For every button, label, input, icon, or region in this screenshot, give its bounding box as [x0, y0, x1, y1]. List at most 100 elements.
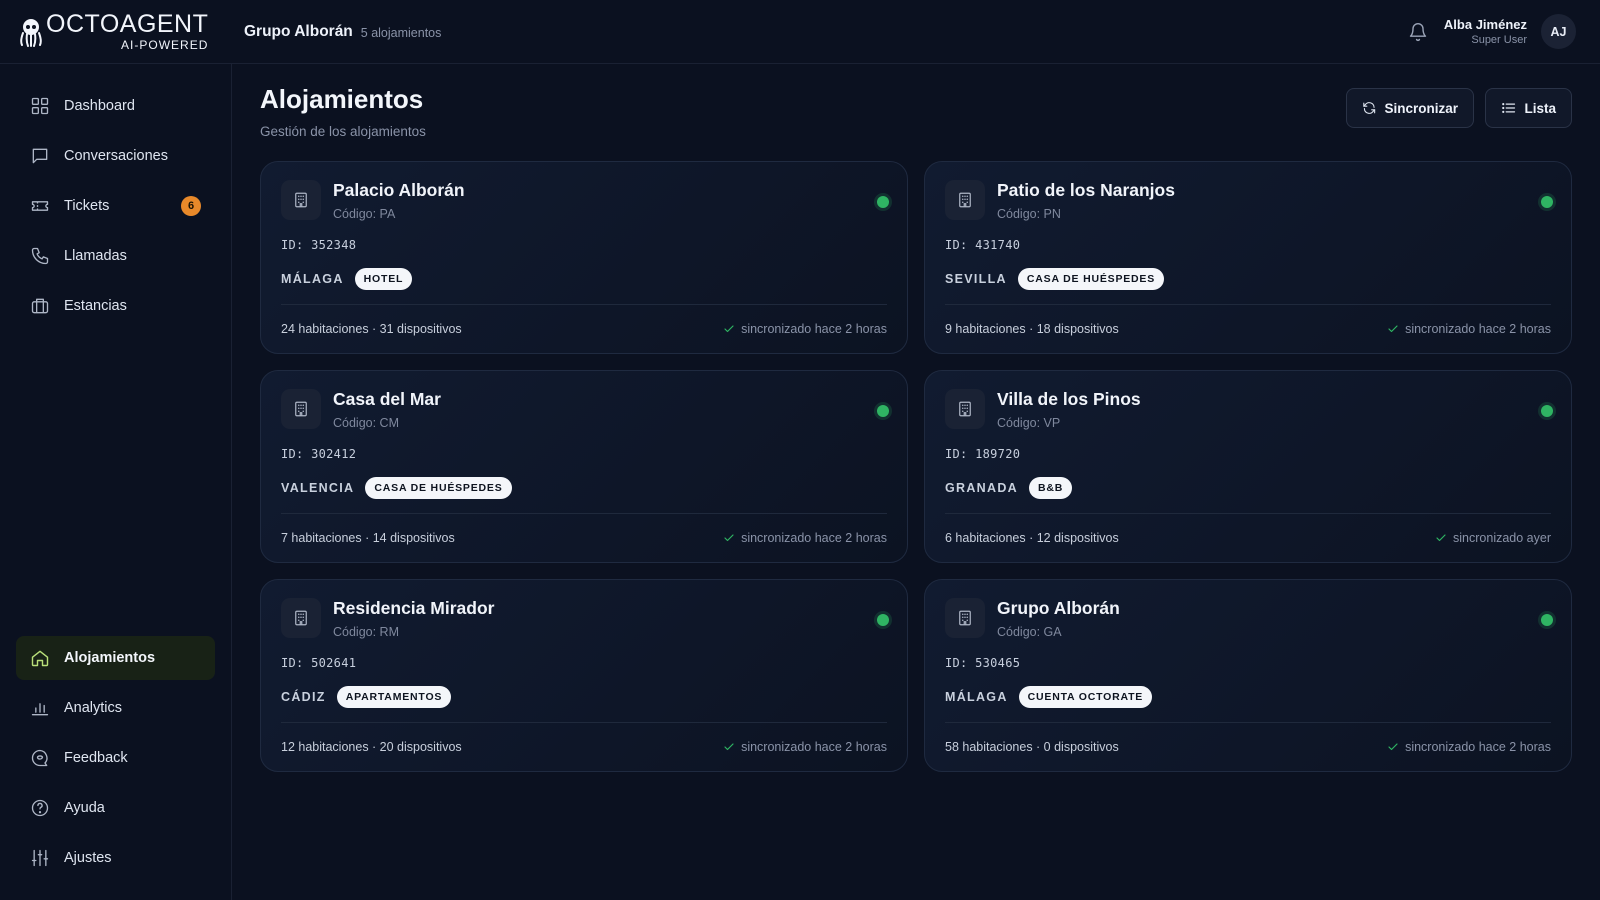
property-type-badge: CASA DE HUÉSPEDES [1017, 268, 1165, 290]
status-online-indicator [877, 196, 889, 208]
sync-status: sincronizado hace 2 horas [723, 322, 887, 336]
sync-button[interactable]: Sincronizar [1346, 88, 1474, 128]
bar-chart-icon [31, 703, 49, 716]
octopus-logo-icon [20, 18, 42, 47]
property-code: Código: PN [997, 207, 1061, 221]
property-stats: 58 habitaciones · 0 dispositivos [945, 740, 1119, 754]
sync-status-text: sincronizado hace 2 horas [741, 740, 887, 754]
property-id: ID: 502641 [281, 656, 357, 670]
card-divider [945, 513, 1551, 514]
sidebar-item-label: Conversaciones [64, 148, 168, 164]
property-card[interactable]: Palacio Alborán Código: PA ID: 352348 MÁ… [260, 161, 908, 354]
sidebar-item-feedback[interactable]: Feedback [16, 736, 215, 780]
page-title: Alojamientos [260, 84, 424, 114]
building-icon [281, 598, 321, 638]
property-stats: 9 habitaciones · 18 dispositivos [945, 322, 1119, 336]
sidebar-item-ajustes[interactable]: Ajustes [16, 836, 215, 880]
avatar[interactable]: AJ [1541, 14, 1576, 49]
property-type-badge: APARTAMENTOS [336, 686, 452, 708]
status-online-indicator [1541, 196, 1553, 208]
property-card[interactable]: Casa del Mar Código: CM ID: 302412 VALEN… [260, 370, 908, 563]
property-city: MÁLAGA [281, 272, 344, 286]
user-info[interactable]: Alba Jiménez Super User [1444, 17, 1527, 46]
property-stats: 7 habitaciones · 14 dispositivos [281, 531, 455, 545]
property-stats: 24 habitaciones · 31 dispositivos [281, 322, 462, 336]
sidebar-item-llamadas[interactable]: Llamadas [16, 234, 215, 278]
sidebar-item-alojamientos[interactable]: Alojamientos [16, 636, 215, 680]
status-online-indicator [877, 405, 889, 417]
sidebar: Dashboard Conversaciones Tickets 6 Llama… [0, 64, 232, 900]
card-divider [945, 304, 1551, 305]
list-view-button-label: Lista [1524, 100, 1556, 116]
sidebar-item-dashboard[interactable]: Dashboard [16, 84, 215, 128]
property-id: ID: 302412 [281, 447, 357, 461]
sync-button-label: Sincronizar [1384, 100, 1458, 116]
user-role: Super User [1471, 34, 1527, 46]
check-icon [1388, 743, 1398, 751]
bell-icon[interactable] [1408, 22, 1428, 42]
sidebar-item-label: Feedback [64, 750, 128, 766]
check-icon [1436, 534, 1446, 542]
phone-icon [31, 247, 49, 265]
sidebar-item-ayuda[interactable]: Ayuda [16, 786, 215, 830]
sidebar-item-label: Ajustes [64, 850, 112, 866]
sidebar-item-label: Alojamientos [64, 650, 156, 666]
check-icon [1388, 325, 1398, 333]
property-id: ID: 530465 [945, 656, 1021, 670]
property-id: ID: 189720 [945, 447, 1021, 461]
property-stats: 12 habitaciones · 20 dispositivos [281, 740, 462, 754]
sidebar-item-label: Tickets [64, 198, 110, 214]
card-divider [281, 513, 887, 514]
list-icon [1502, 103, 1516, 113]
tickets-count-badge: 6 [181, 196, 201, 216]
feedback-icon [31, 749, 48, 767]
refresh-icon [1363, 102, 1376, 114]
property-type-badge: HOTEL [354, 268, 413, 290]
sync-status-text: sincronizado hace 2 horas [741, 322, 887, 336]
sync-status: sincronizado ayer [1435, 531, 1551, 545]
check-icon [724, 534, 734, 542]
sync-status-text: sincronizado ayer [1453, 531, 1551, 545]
card-divider [281, 722, 887, 723]
briefcase-icon [31, 298, 49, 314]
sidebar-item-label: Ayuda [64, 800, 105, 816]
building-icon [945, 598, 985, 638]
sync-status: sincronizado hace 2 horas [1387, 322, 1551, 336]
org-name[interactable]: Grupo Alborán [244, 23, 353, 41]
grid-icon [31, 97, 49, 115]
sidebar-item-label: Llamadas [64, 248, 127, 264]
list-view-button[interactable]: Lista [1485, 88, 1572, 128]
status-online-indicator [877, 614, 889, 626]
property-type-badge: B&B [1029, 477, 1073, 499]
property-card[interactable]: Residencia Mirador Código: RM ID: 502641… [260, 579, 908, 772]
building-icon [281, 180, 321, 220]
sync-status-text: sincronizado hace 2 horas [1405, 322, 1551, 336]
property-name: Patio de los Naranjos [997, 180, 1175, 200]
ticket-icon [31, 201, 49, 211]
property-card[interactable]: Patio de los Naranjos Código: PN ID: 431… [924, 161, 1572, 354]
user-name: Alba Jiménez [1443, 17, 1527, 32]
sidebar-item-tickets[interactable]: Tickets 6 [16, 184, 215, 228]
property-id: ID: 431740 [945, 238, 1021, 252]
property-city: VALENCIA [281, 481, 355, 495]
card-divider [281, 304, 887, 305]
sidebar-item-label: Dashboard [64, 98, 135, 114]
property-name: Casa del Mar [333, 389, 441, 409]
property-name: Residencia Mirador [333, 598, 495, 618]
sidebar-item-analytics[interactable]: Analytics [16, 686, 215, 730]
property-code: Código: CM [333, 416, 399, 430]
sidebar-item-conversaciones[interactable]: Conversaciones [16, 134, 215, 178]
sync-status-text: sincronizado hace 2 horas [1405, 740, 1551, 754]
status-online-indicator [1541, 405, 1553, 417]
property-name: Villa de los Pinos [997, 389, 1141, 409]
property-stats: 6 habitaciones · 12 dispositivos [945, 531, 1119, 545]
property-card[interactable]: Villa de los Pinos Código: VP ID: 189720… [924, 370, 1572, 563]
building-icon [945, 180, 985, 220]
brand-name: OCTOAGENT [46, 10, 209, 38]
property-card[interactable]: Grupo Alborán Código: GA ID: 530465 MÁLA… [924, 579, 1572, 772]
sync-status: sincronizado hace 2 horas [723, 740, 887, 754]
brand-logo[interactable]: OCTOAGENT AI-POWERED [0, 0, 232, 64]
sidebar-item-estancias[interactable]: Estancias [16, 284, 215, 328]
property-city: CÁDIZ [281, 690, 326, 704]
sync-status: sincronizado hace 2 horas [723, 531, 887, 545]
